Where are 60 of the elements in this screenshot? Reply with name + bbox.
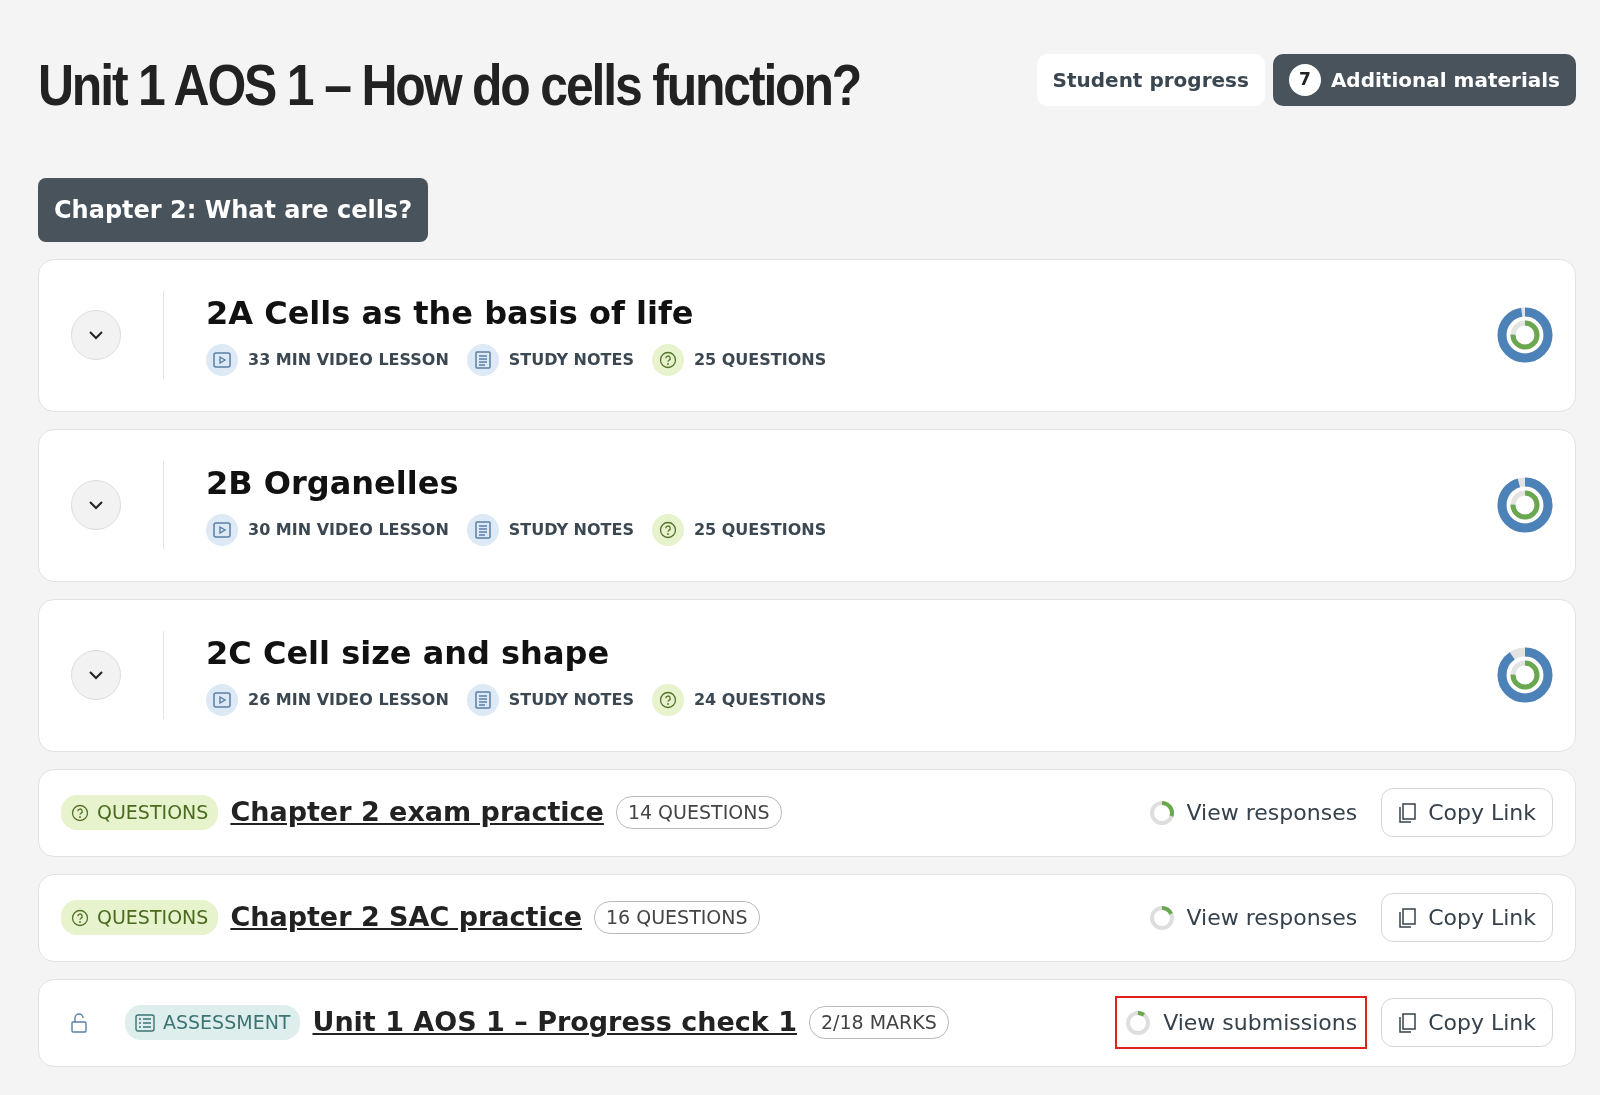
question-icon [658,521,677,540]
additional-materials-button[interactable]: 7 Additional materials [1272,54,1576,106]
activity-link[interactable]: Chapter 2 exam practice [230,792,604,833]
document-icon [474,351,491,370]
lesson-title[interactable]: 2B Organelles [206,463,1497,503]
copy-link-button[interactable]: Copy Link [1381,788,1553,838]
progress-ring-icon [1125,1009,1152,1036]
page-title: Unit 1 AOS 1 – How do cells function? [38,51,861,119]
questions-tag: QUESTIONS [61,795,219,830]
student-progress-button[interactable]: Student progress [1036,54,1265,106]
count-pill: 14 QUESTIONS [615,796,782,829]
view-button[interactable]: View responses [1138,891,1368,945]
count-pill: 2/18 MARKS [809,1006,949,1039]
expand-button[interactable] [71,480,121,531]
video-lesson: 33 MIN VIDEO LESSON [248,349,449,372]
progress-ring [1497,477,1553,534]
chevron-icon [88,330,104,341]
study-notes: STUDY NOTES [508,519,634,542]
play-icon [213,522,231,539]
copy-icon [1398,1012,1417,1033]
question-count: 25 QUESTIONS [693,349,827,372]
count-pill: 16 QUESTIONS [594,901,760,934]
assessment-tag: ASSESSMENT [125,1005,301,1040]
video-lesson: 26 MIN VIDEO LESSON [248,689,449,712]
expand-button[interactable] [71,650,121,701]
video-lesson: 30 MIN VIDEO LESSON [248,519,449,542]
lesson-title[interactable]: 2A Cells as the basis of life [206,293,1497,333]
study-notes: STUDY NOTES [508,349,634,372]
document-icon [474,521,491,540]
questions-tag: QUESTIONS [61,900,219,935]
play-icon [213,692,231,709]
progress-ring-icon [1148,799,1175,826]
copy-icon [1398,907,1417,928]
activity-link[interactable]: Unit 1 AOS 1 – Progress check 1 [312,1002,797,1043]
view-button[interactable]: View responses [1138,786,1368,840]
play-icon [213,352,231,369]
document-icon [474,691,491,710]
question-icon [658,691,677,710]
expand-button[interactable] [71,310,121,361]
question-icon [71,803,89,822]
chapter-heading: Chapter 2: What are cells? [38,177,429,242]
lesson-title[interactable]: 2C Cell size and shape [206,633,1497,673]
study-notes: STUDY NOTES [508,689,634,712]
question-count: 25 QUESTIONS [693,519,827,542]
padlock-icon [71,1012,87,1033]
progress-ring [1497,307,1553,364]
progress-ring-icon [1148,904,1175,931]
copy-link-button[interactable]: Copy Link [1381,893,1553,943]
progress-ring [1497,647,1553,704]
copy-icon [1398,802,1417,823]
count-badge: 7 [1288,64,1321,96]
list-icon [135,1013,155,1032]
question-icon [658,351,677,370]
question-icon [71,908,89,927]
copy-link-button[interactable]: Copy Link [1381,998,1553,1048]
activity-link[interactable]: Chapter 2 SAC practice [230,897,582,938]
chevron-icon [88,500,104,511]
question-count: 24 QUESTIONS [693,689,827,712]
view-button[interactable]: View submissions [1115,996,1368,1050]
chevron-icon [88,670,104,681]
